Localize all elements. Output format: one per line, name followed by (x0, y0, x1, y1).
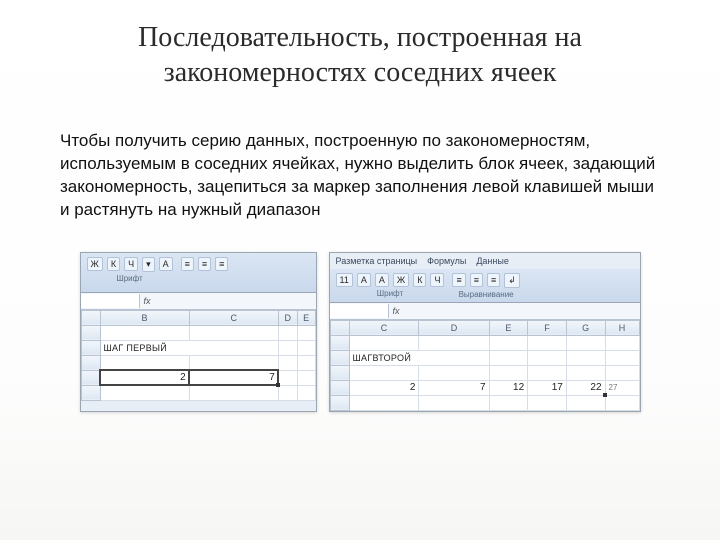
col-header: C (189, 310, 278, 325)
ribbon: Ж К Ч ▾ A Шрифт ≡ ≡ ≡ (81, 253, 316, 293)
formula-bar: fx (81, 293, 316, 310)
align-right-button: ≡ (215, 257, 228, 271)
align-button: ≡ (470, 273, 483, 287)
cell: 22 (566, 380, 605, 395)
name-box (330, 304, 389, 318)
row-header (330, 365, 349, 380)
col-header: F (528, 320, 567, 335)
row-header (81, 325, 100, 340)
row-header (81, 340, 100, 355)
cell-selected: 2 (100, 370, 189, 385)
col-header: E (297, 310, 315, 325)
screenshots-row: Ж К Ч ▾ A Шрифт ≡ ≡ ≡ (60, 252, 660, 412)
col-header: E (489, 320, 528, 335)
cell: 17 (528, 380, 567, 395)
cell: 2 (349, 380, 419, 395)
align-center-button: ≡ (198, 257, 211, 271)
corner-header (330, 320, 349, 335)
ribbon-group-font: Шрифт (87, 274, 173, 283)
cell-selected: 7 (189, 370, 278, 385)
ribbon-tab: Разметка страницы (336, 256, 418, 266)
spreadsheet-grid: B C D E ШАГ ПЕРВЫЙ 2 7 (81, 310, 316, 401)
excel-screenshot-step1: Ж К Ч ▾ A Шрифт ≡ ≡ ≡ (80, 252, 317, 412)
fx-label: fx (389, 306, 404, 316)
cell: 12 (489, 380, 528, 395)
row-header (330, 335, 349, 350)
underline-button: Ч (124, 257, 138, 271)
spreadsheet-grid: C D E F G H ШАГВТОРОЙ 2 7 12 17 (330, 320, 640, 411)
fx-label: fx (140, 296, 155, 306)
grow-font-button: A (357, 273, 371, 287)
ribbon-group-font: Шрифт (336, 289, 445, 298)
font-color-button: A (159, 257, 173, 271)
fill-hint: 27 (605, 380, 639, 395)
align-button: ≡ (452, 273, 465, 287)
formula-bar: fx (330, 303, 640, 320)
slide-body-text: Чтобы получить серию данных, построенную… (60, 130, 660, 222)
step-label: ШАГВТОРОЙ (349, 350, 489, 365)
italic-button: К (413, 273, 426, 287)
excel-screenshot-step2: Разметка страницы Формулы Данные 11 A A … (329, 252, 641, 412)
bold-button: Ж (87, 257, 103, 271)
align-left-button: ≡ (181, 257, 194, 271)
col-header: C (349, 320, 419, 335)
col-header: H (605, 320, 639, 335)
col-header: D (419, 320, 489, 335)
col-header: B (100, 310, 189, 325)
wrap-button: ↲ (504, 273, 520, 288)
shrink-font-button: A (375, 273, 389, 287)
underline-button: Ч (430, 273, 444, 287)
ribbon-tab: Данные (476, 256, 509, 266)
ribbon-group-align: Выравнивание (452, 290, 519, 299)
row-header (330, 395, 349, 410)
col-header: D (278, 310, 297, 325)
ribbon: 11 A A Ж К Ч Шрифт ≡ ≡ ≡ (330, 269, 640, 303)
bold-button: Ж (393, 273, 409, 287)
italic-button: К (107, 257, 120, 271)
slide-title: Последовательность, построенная на закон… (60, 20, 660, 90)
align-button: ≡ (487, 273, 500, 287)
border-button: ▾ (142, 257, 155, 272)
font-size-box: 11 (336, 273, 353, 287)
corner-header (81, 310, 100, 325)
ribbon-tab: Формулы (427, 256, 466, 266)
row-header (81, 355, 100, 370)
row-header (330, 380, 349, 395)
row-header (330, 350, 349, 365)
ribbon-tabs: Разметка страницы Формулы Данные (330, 253, 640, 269)
name-box (81, 294, 140, 308)
step-label: ШАГ ПЕРВЫЙ (100, 340, 278, 355)
col-header: G (566, 320, 605, 335)
cell: 7 (419, 380, 489, 395)
row-header (81, 370, 100, 385)
row-header (81, 385, 100, 400)
